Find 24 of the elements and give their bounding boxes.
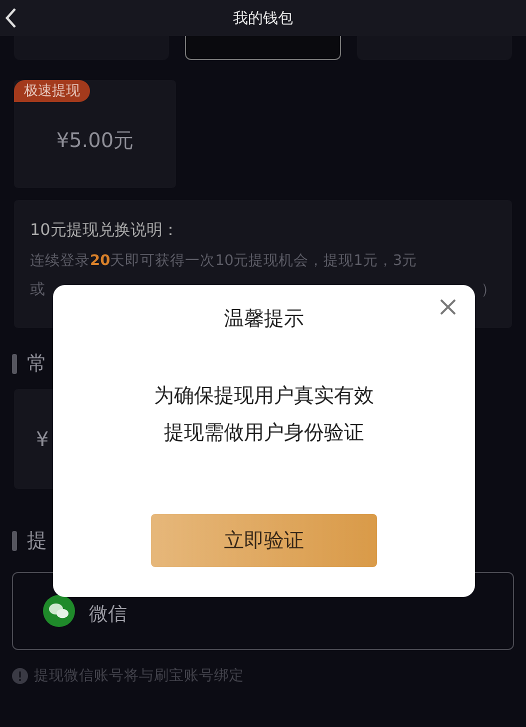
verify-button[interactable]: 立即验证	[151, 514, 377, 567]
dialog-message: 为确保提现用户真实有效	[154, 382, 374, 409]
chat-bubbles-icon	[43, 595, 75, 627]
info-icon	[12, 668, 28, 684]
explanation-text: ）	[481, 280, 496, 299]
amount-card[interactable]	[184, 36, 342, 60]
note-text: 提现微信账号将与刷宝账号绑定	[34, 666, 244, 685]
explanation-title: 10元提现兑换说明：	[30, 220, 180, 241]
method-name: 微信	[89, 602, 127, 627]
close-icon[interactable]	[439, 298, 457, 316]
amount-card[interactable]: 极速提现 ¥5.00元	[14, 80, 176, 188]
explanation-text: 连续登录20天即可获得一次10元提现机会，提现1元，3元	[30, 252, 418, 270]
section-marker	[12, 530, 17, 550]
section-title: 常	[27, 350, 47, 377]
dialog-message: 提现需做用户身份验证	[164, 419, 364, 446]
amount-text: ¥5.00元	[56, 126, 134, 154]
section-title: 提	[27, 527, 47, 554]
explanation-text: 或	[30, 280, 45, 299]
amount-text: ¥	[36, 427, 49, 451]
page-title: 我的钱包	[233, 8, 293, 28]
section-marker	[12, 354, 17, 374]
dialog-title: 温馨提示	[224, 305, 304, 332]
fast-withdraw-badge: 极速提现	[14, 80, 90, 102]
back-icon[interactable]	[5, 7, 17, 29]
